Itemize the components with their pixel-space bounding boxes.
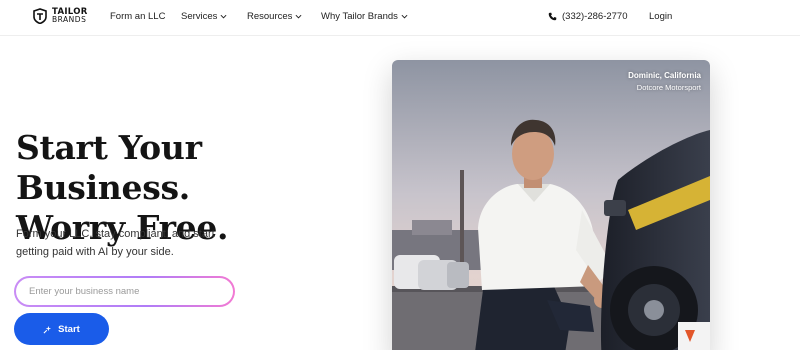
caption-name: Dominic, California bbox=[628, 71, 701, 80]
chevron-down-icon bbox=[401, 14, 408, 19]
business-name-input[interactable] bbox=[14, 276, 235, 307]
nav-item-resources[interactable]: Resources bbox=[247, 11, 302, 22]
logo-wordmark: TAILOR BRANDS bbox=[52, 8, 88, 24]
nav-item-form-llc[interactable]: Form an LLC bbox=[110, 11, 165, 22]
hero-subtext: Form your LLC, stay compliant, and start… bbox=[16, 228, 215, 258]
nav-item-label: Services bbox=[181, 11, 218, 22]
logo-line2: BRANDS bbox=[52, 15, 87, 24]
customer-photo-illustration bbox=[392, 60, 710, 350]
tailor-brands-logo-icon bbox=[33, 8, 47, 24]
headline-line1: Start Your Business. bbox=[16, 128, 202, 207]
start-button-label: Start bbox=[58, 323, 80, 335]
chevron-down-icon bbox=[295, 14, 302, 19]
phone-link[interactable]: (332)-286-2770 bbox=[548, 11, 628, 22]
sparkle-icon bbox=[43, 325, 52, 333]
nav-item-services[interactable]: Services bbox=[181, 11, 227, 22]
caption-company: Dotcore Motorsport bbox=[636, 83, 701, 92]
chevron-down-icon bbox=[220, 14, 227, 19]
tailor-brands-logo[interactable]: TAILOR BRANDS bbox=[32, 8, 88, 24]
login-link[interactable]: Login bbox=[649, 11, 672, 22]
start-button[interactable]: Start bbox=[14, 313, 109, 345]
nav-item-label: Resources bbox=[247, 11, 293, 22]
top-navigation: TAILOR BRANDS Form an LLC Services Resou… bbox=[0, 0, 800, 36]
phone-number: (332)-286-2770 bbox=[562, 11, 628, 22]
nav-item-why-tailor-brands[interactable]: Why Tailor Brands bbox=[321, 11, 408, 22]
nav-item-label: Why Tailor Brands bbox=[321, 11, 398, 22]
photo-caption: Dominic, California Dotcore Motorsport bbox=[628, 70, 701, 94]
phone-icon bbox=[548, 12, 557, 21]
nav-item-label: Form an LLC bbox=[110, 11, 166, 22]
hero-photo: Dominic, California Dotcore Motorsport bbox=[392, 60, 710, 350]
